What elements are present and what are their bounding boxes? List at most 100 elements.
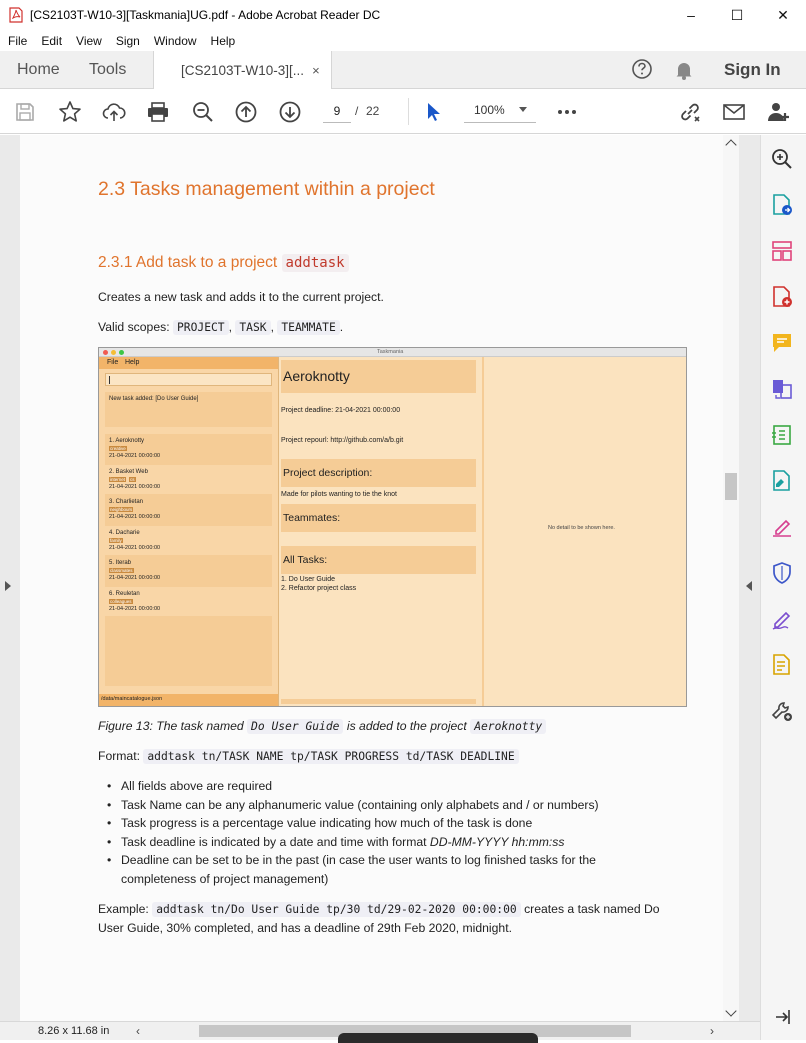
app-project-name: 4. Dacharie bbox=[109, 529, 140, 536]
app-tasks-header-text: All Tasks: bbox=[283, 554, 328, 566]
tab-tools[interactable]: Tools bbox=[89, 51, 126, 89]
upload-cloud-icon[interactable] bbox=[101, 99, 127, 125]
app-project-tag: classmates bbox=[109, 568, 134, 573]
fill-sign-icon[interactable] bbox=[770, 515, 794, 539]
scroll-thumb[interactable] bbox=[725, 473, 737, 500]
scroll-right-icon[interactable]: › bbox=[710, 1024, 714, 1038]
help-icon[interactable] bbox=[631, 58, 653, 80]
app-teammates-header: Teammates: bbox=[281, 504, 476, 532]
list-item-text: Task deadline is indicated by a date and… bbox=[121, 834, 427, 849]
edit-pdf-icon[interactable] bbox=[770, 469, 794, 493]
mac-min-dot bbox=[111, 350, 116, 355]
mac-close-dot bbox=[103, 350, 108, 355]
zoom-value: 100% bbox=[474, 103, 505, 117]
close-tab-icon[interactable]: × bbox=[312, 63, 320, 78]
save-icon[interactable] bbox=[12, 99, 38, 125]
example-text: User Guide, 30% completed, and has a dea… bbox=[98, 921, 512, 935]
organize-pages-icon[interactable] bbox=[770, 239, 794, 263]
menu-window[interactable]: Window bbox=[154, 34, 197, 48]
app-project-name: 6. Reuletan bbox=[109, 590, 140, 597]
scope-code: PROJECT bbox=[172, 320, 229, 335]
maximize-button[interactable]: ☐ bbox=[714, 0, 760, 30]
previous-page-icon[interactable] bbox=[233, 99, 259, 125]
page-separator: / bbox=[355, 104, 359, 118]
figure-screenshot: Taskmania File Help New task added: [Do … bbox=[98, 347, 687, 707]
app-project-tag: neighbours bbox=[109, 507, 134, 512]
more-tools-wrench-icon[interactable] bbox=[770, 699, 794, 723]
print-icon[interactable] bbox=[145, 99, 171, 125]
app-statusbar: /data/maincatalogue.json bbox=[99, 694, 278, 706]
zoom-select[interactable]: 100% bbox=[464, 99, 536, 123]
app-project-tag: cs bbox=[129, 476, 136, 482]
command-code: addtask bbox=[281, 254, 349, 272]
notification-bell-icon[interactable] bbox=[673, 59, 695, 81]
create-pdf-icon[interactable] bbox=[770, 285, 794, 309]
app-window-title: Taskmania bbox=[377, 349, 404, 355]
app-status-path: /data/maincatalogue.json bbox=[101, 696, 163, 702]
app-result-text: New task added: [Do User Guide] bbox=[109, 396, 199, 402]
example-code: addtask tn/Do User Guide tp/30 td/29-02-… bbox=[152, 902, 521, 917]
menu-view[interactable]: View bbox=[76, 34, 102, 48]
scroll-up-icon[interactable] bbox=[725, 139, 737, 151]
app-result-box: New task added: [Do User Guide] bbox=[105, 392, 272, 427]
send-for-review-icon[interactable] bbox=[770, 653, 794, 677]
page-total: 22 bbox=[366, 104, 380, 118]
format-line: Format: addtask tn/TASK NAME tp/TASK PRO… bbox=[98, 749, 519, 764]
collapse-pane-icon[interactable] bbox=[770, 1005, 794, 1029]
right-panel-toggle-icon[interactable] bbox=[746, 581, 752, 591]
email-icon[interactable] bbox=[721, 99, 747, 125]
tab-home[interactable]: Home bbox=[17, 51, 60, 89]
app-project-tag: internet bbox=[109, 476, 127, 482]
list-item-text: completeness of project management) bbox=[121, 871, 329, 886]
app-project-tag: family bbox=[109, 537, 123, 543]
left-panel-toggle-icon[interactable] bbox=[5, 581, 11, 591]
share-link-icon[interactable] bbox=[677, 99, 703, 125]
toolbar bbox=[0, 89, 806, 134]
search-zoom-icon[interactable] bbox=[770, 147, 794, 171]
close-window-button[interactable]: ✕ bbox=[760, 0, 806, 30]
scroll-down-icon[interactable] bbox=[725, 1005, 737, 1017]
menu-sign[interactable]: Sign bbox=[116, 34, 140, 48]
subsection-heading-text: 2.3.1 Add task to a project bbox=[98, 254, 278, 271]
minimize-button[interactable]: – bbox=[668, 0, 714, 30]
select-cursor-icon[interactable] bbox=[420, 99, 446, 125]
sign-in-button[interactable]: Sign In bbox=[724, 60, 781, 80]
vertical-scrollbar[interactable] bbox=[723, 135, 739, 1021]
tabs-row: Home Tools [CS2103T-W10-3][... × Sign In bbox=[0, 51, 806, 89]
floating-toolbar-handle[interactable] bbox=[338, 1033, 538, 1043]
menu-edit[interactable]: Edit bbox=[41, 34, 62, 48]
add-user-icon[interactable] bbox=[765, 99, 791, 125]
mac-max-dot bbox=[119, 350, 124, 355]
horizontal-scrollbar[interactable]: 8.26 x 11.68 in ‹ › bbox=[0, 1021, 760, 1043]
tab-document[interactable]: [CS2103T-W10-3][... × bbox=[153, 51, 332, 89]
caption-text: is added to the project bbox=[346, 719, 467, 733]
app-titlebar: Taskmania bbox=[99, 348, 686, 357]
toolbar-divider bbox=[408, 98, 409, 125]
list-item: All fields above are required bbox=[98, 777, 698, 796]
scroll-left-icon[interactable]: ‹ bbox=[136, 1024, 140, 1038]
export-pdf-icon[interactable] bbox=[770, 193, 794, 217]
format-code: addtask tn/TASK NAME tp/TASK PROGRESS td… bbox=[143, 749, 519, 764]
compress-pdf-icon[interactable] bbox=[770, 423, 794, 447]
app-project-tag: colleagues bbox=[109, 598, 133, 604]
combine-files-icon[interactable] bbox=[770, 377, 794, 401]
list-item: Task Name can be any alphanumeric value … bbox=[98, 796, 698, 815]
menu-file[interactable]: File bbox=[8, 34, 27, 48]
app-project-name: 3. Charlietan bbox=[109, 499, 144, 505]
app-menu-help: Help bbox=[125, 359, 140, 366]
comment-icon[interactable] bbox=[770, 331, 794, 355]
bookmark-star-icon[interactable] bbox=[57, 99, 83, 125]
protect-shield-icon[interactable] bbox=[770, 561, 794, 585]
page-number-input[interactable]: 9 bbox=[323, 101, 351, 123]
zoom-out-icon[interactable] bbox=[190, 99, 216, 125]
app-desc-header: Project description: bbox=[281, 459, 476, 487]
request-signatures-icon[interactable] bbox=[770, 607, 794, 631]
figure-caption: Figure 13: The task named Do User Guide … bbox=[98, 719, 547, 734]
app-project-date: 21-04-2021 00:00:00 bbox=[109, 575, 161, 581]
app-project-title: Aeroknotty bbox=[283, 368, 350, 384]
more-tools-icon[interactable] bbox=[554, 99, 580, 125]
next-page-icon[interactable] bbox=[277, 99, 303, 125]
app-project-card: 4. Dacharie family 21-04-2021 00:00:00 bbox=[105, 525, 272, 555]
valid-scopes-line: Valid scopes: PROJECT, TASK, TEAMMATE. bbox=[98, 320, 344, 335]
menu-help[interactable]: Help bbox=[211, 34, 236, 48]
